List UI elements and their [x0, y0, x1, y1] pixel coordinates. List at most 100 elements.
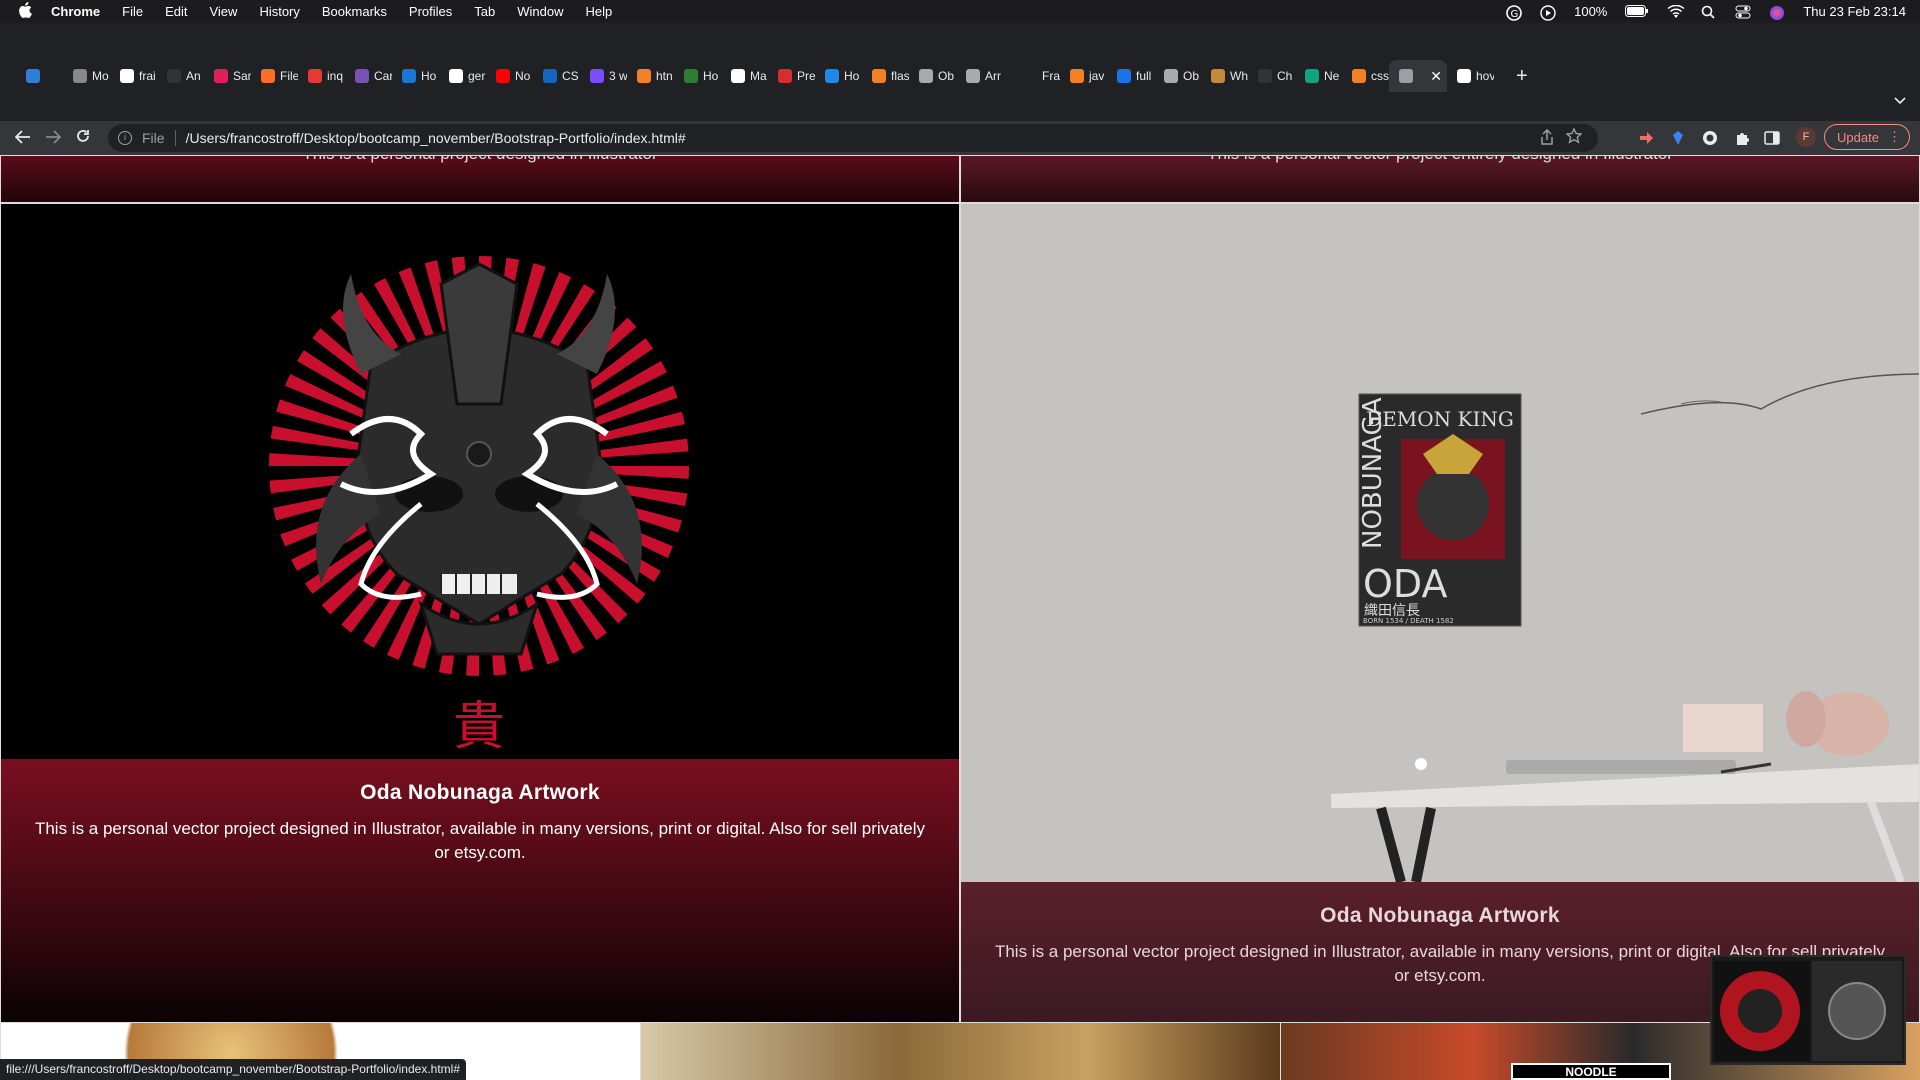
- control-center-icon[interactable]: [1735, 5, 1751, 19]
- tab-label: Ma: [750, 69, 767, 83]
- browser-tab[interactable]: Ch: [1248, 60, 1295, 92]
- browser-tab[interactable]: hov: [1447, 60, 1494, 92]
- browser-tab[interactable]: Arr: [956, 60, 1003, 92]
- browser-tab[interactable]: Ho: [815, 60, 862, 92]
- share-icon[interactable]: [1540, 128, 1554, 148]
- tab-label: Mo: [92, 69, 109, 83]
- browser-tab[interactable]: 3 w: [580, 60, 627, 92]
- battery-percent: 100%: [1574, 4, 1608, 19]
- tab-favicon-icon: [261, 69, 275, 83]
- grammarly-icon[interactable]: G: [1506, 4, 1522, 21]
- browser-tab[interactable]: Sar: [204, 60, 251, 92]
- apple-menu-icon[interactable]: [18, 1, 40, 22]
- more-menu-icon[interactable]: ⋮: [1888, 129, 1901, 145]
- tab-label: Wh: [1230, 69, 1248, 83]
- browser-tab[interactable]: No: [486, 60, 533, 92]
- samurai-mask-artwork-image: 貴: [1, 204, 959, 759]
- browser-tab[interactable]: flas: [862, 60, 909, 92]
- tab-favicon-icon: [684, 69, 698, 83]
- browser-tab[interactable]: Wh: [1201, 60, 1248, 92]
- close-tab-icon[interactable]: ✕: [1430, 68, 1442, 85]
- card-description: This is a personal vector project entire…: [961, 156, 1919, 164]
- site-info-icon[interactable]: i: [118, 131, 132, 145]
- menu-edit[interactable]: Edit: [154, 4, 198, 19]
- update-button[interactable]: Update ⋮: [1824, 124, 1910, 150]
- extension-gem-icon[interactable]: [1670, 130, 1686, 146]
- tab-label: Car: [374, 69, 392, 83]
- extension-arrow-icon[interactable]: [1638, 130, 1654, 146]
- browser-tab[interactable]: [16, 60, 63, 92]
- browser-tab[interactable]: css: [1342, 60, 1389, 92]
- menu-history[interactable]: History: [248, 4, 310, 19]
- menu-view[interactable]: View: [198, 4, 248, 19]
- tab-strip: Mo frai An Sar File inq Car Ho ger No CS 3 w htn Ho Ma…: [0, 60, 1920, 92]
- browser-tab[interactable]: Car: [345, 60, 392, 92]
- tab-label: Ho: [421, 69, 437, 83]
- browser-tab[interactable]: Fra: [1013, 60, 1060, 92]
- siri-icon[interactable]: [1769, 5, 1785, 20]
- tab-favicon-icon: [355, 69, 369, 83]
- pip-thumbnail[interactable]: [1710, 955, 1906, 1065]
- browser-tab[interactable]: CS: [533, 60, 580, 92]
- bookmark-star-icon[interactable]: [1565, 127, 1583, 149]
- wifi-icon[interactable]: [1667, 4, 1685, 19]
- play-icon[interactable]: [1540, 4, 1556, 21]
- browser-toolbar: i File /Users/francostroff/Desktop/bootc…: [0, 121, 1920, 155]
- tab-label: CS: [562, 69, 579, 83]
- tab-favicon-icon: [402, 69, 416, 83]
- address-bar[interactable]: i File /Users/francostroff/Desktop/bootc…: [108, 124, 1598, 152]
- browser-tab[interactable]: Mo: [63, 60, 110, 92]
- portfolio-card-oda-artwork[interactable]: 貴 Oda Nobunaga Artwork This is a persona…: [0, 203, 960, 1023]
- menu-window[interactable]: Window: [506, 4, 574, 19]
- menu-file[interactable]: File: [111, 4, 154, 19]
- food-card-image[interactable]: [640, 1023, 1280, 1080]
- poster-dates: BORN 1534 / DEATH 1582: [1363, 617, 1454, 625]
- menubar-clock[interactable]: Thu 23 Feb 23:14: [1803, 4, 1906, 19]
- tab-favicon-icon: [26, 69, 40, 83]
- tab-favicon-icon: [1399, 69, 1413, 83]
- menu-bookmarks[interactable]: Bookmarks: [311, 4, 398, 19]
- address-scheme: File: [142, 130, 165, 146]
- menu-help[interactable]: Help: [575, 4, 624, 19]
- tab-search-chevron-icon[interactable]: [1894, 92, 1906, 108]
- browser-tab[interactable]: Ne: [1295, 60, 1342, 92]
- extension-circle-icon[interactable]: [1702, 130, 1718, 146]
- portfolio-card-top-right: This is a personal vector project entire…: [960, 155, 1920, 203]
- menu-app-name[interactable]: Chrome: [40, 4, 111, 19]
- browser-tab[interactable]: full: [1107, 60, 1154, 92]
- browser-tab[interactable]: htn: [627, 60, 674, 92]
- card-title: Oda Nobunaga Artwork: [360, 781, 600, 804]
- forward-arrow-icon[interactable]: [38, 128, 68, 149]
- address-url[interactable]: /Users/francostroff/Desktop/bootcamp_nov…: [186, 130, 686, 146]
- browser-tab[interactable]: Ho: [674, 60, 721, 92]
- reload-icon[interactable]: [68, 128, 98, 149]
- portfolio-card-poster-mockup[interactable]: DEMON KING NOBUNAGA ODA 織田信長 BORN 1534 /…: [960, 203, 1920, 1023]
- new-tab-button[interactable]: +: [1516, 65, 1528, 88]
- menu-profiles[interactable]: Profiles: [398, 4, 463, 19]
- tab-favicon-icon: [1070, 69, 1084, 83]
- menu-tab[interactable]: Tab: [463, 4, 506, 19]
- tab-favicon-icon: [1211, 69, 1225, 83]
- tab-label: Ho: [703, 69, 719, 83]
- browser-tab[interactable]: Ob: [1154, 60, 1201, 92]
- browser-tab[interactable]: Pre: [768, 60, 815, 92]
- browser-tab[interactable]: An: [157, 60, 204, 92]
- browser-tab[interactable]: inq: [298, 60, 345, 92]
- extensions-puzzle-icon[interactable]: [1734, 130, 1750, 146]
- browser-tab[interactable]: Ho: [392, 60, 439, 92]
- browser-tab[interactable]: ger: [439, 60, 486, 92]
- portfolio-card-top-left: This is a personal project designed in I…: [0, 155, 960, 203]
- profile-avatar[interactable]: F: [1796, 127, 1816, 147]
- browser-tab[interactable]: jav: [1060, 60, 1107, 92]
- browser-tab[interactable]: frai: [110, 60, 157, 92]
- tab-favicon-icon: [1164, 69, 1178, 83]
- tab-active[interactable]: ✕: [1389, 60, 1447, 92]
- battery-icon[interactable]: [1625, 4, 1649, 19]
- browser-tab[interactable]: Ma: [721, 60, 768, 92]
- back-arrow-icon[interactable]: [8, 128, 38, 149]
- side-panel-icon[interactable]: [1764, 130, 1780, 146]
- tab-favicon-icon: [825, 69, 839, 83]
- browser-tab[interactable]: File: [251, 60, 298, 92]
- browser-tab[interactable]: Ob: [909, 60, 956, 92]
- spotlight-search-icon[interactable]: [1701, 5, 1717, 19]
